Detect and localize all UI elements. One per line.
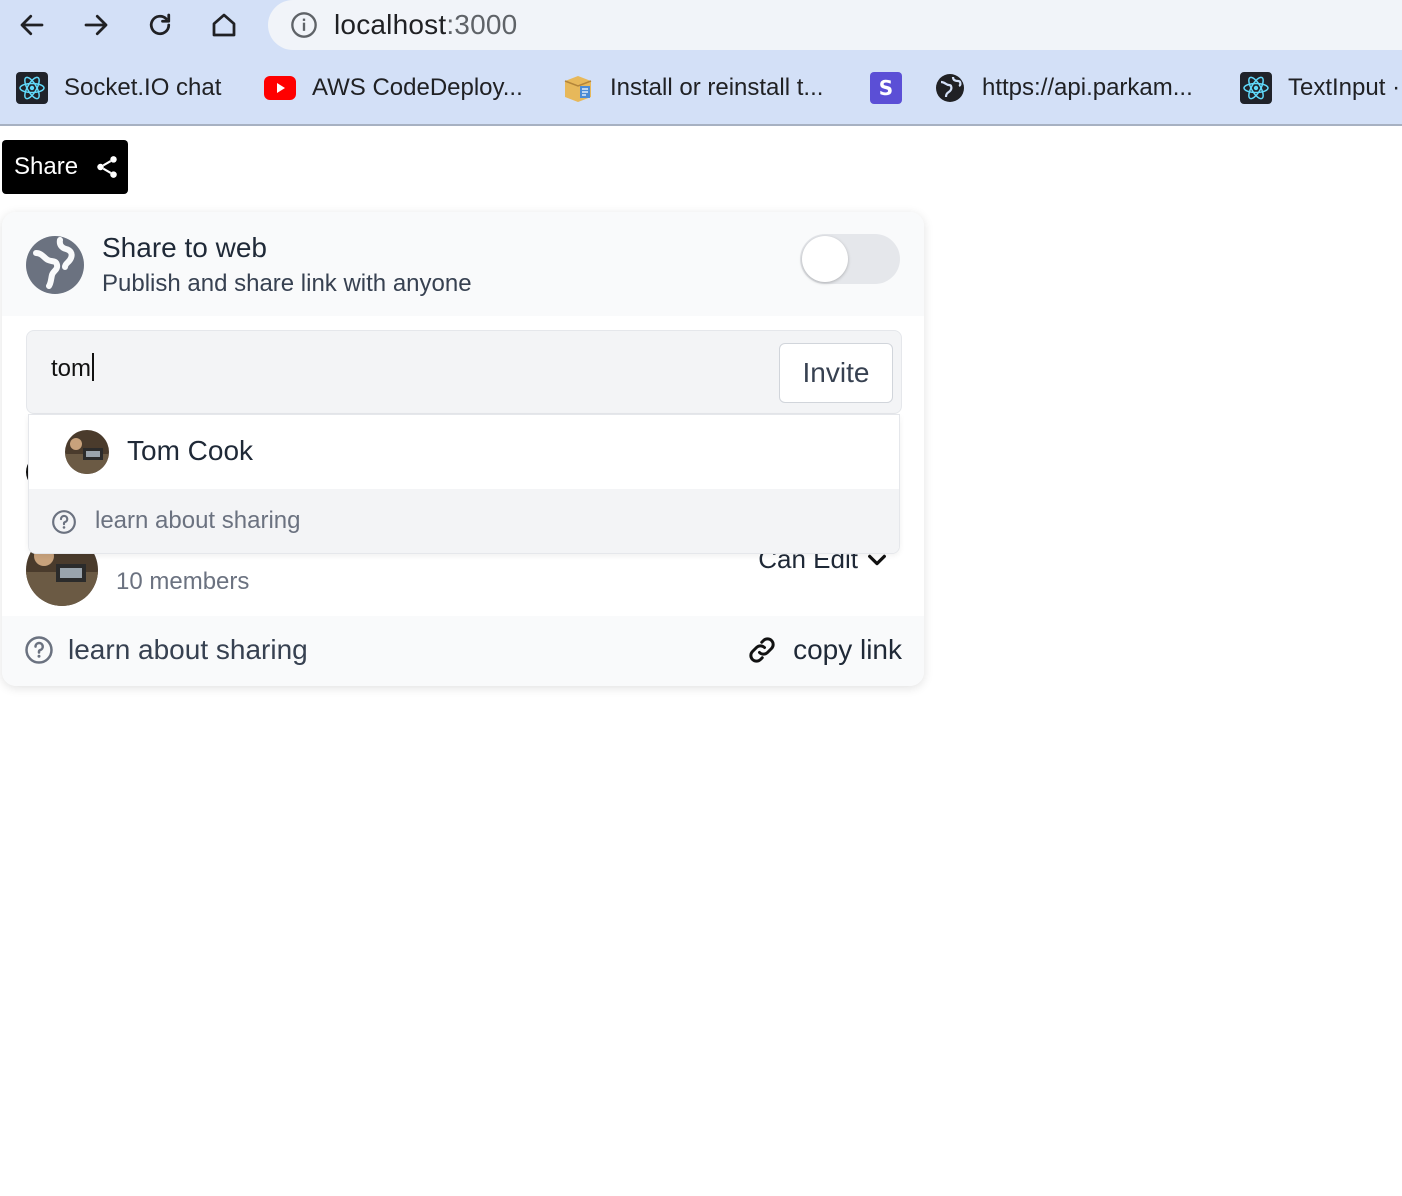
- reload-button[interactable]: [140, 6, 180, 44]
- bookmark-install[interactable]: Install or reinstall t...: [562, 70, 823, 106]
- globe-icon: [934, 72, 966, 104]
- learn-about-sharing-label: learn about sharing: [68, 634, 308, 665]
- browser-toolbar: localhost:3000: [0, 0, 1402, 50]
- bookmark-socketio[interactable]: Socket.IO chat: [16, 70, 221, 106]
- address-bar[interactable]: localhost:3000: [268, 0, 1402, 50]
- package-icon: [562, 72, 594, 104]
- invite-input[interactable]: tom: [51, 353, 95, 383]
- reload-icon: [149, 13, 171, 36]
- forward-button[interactable]: [76, 6, 116, 44]
- home-icon: [212, 13, 236, 37]
- dropdown-learn-label: learn about sharing: [95, 507, 301, 534]
- question-circle-icon: [24, 635, 54, 665]
- back-arrow-icon: [20, 14, 44, 36]
- link-icon: [747, 635, 777, 665]
- home-button[interactable]: [204, 6, 244, 44]
- bookmark-label: TextInput ·: [1288, 74, 1401, 101]
- share-panel: Share to web Publish and share link with…: [2, 212, 924, 686]
- toggle-knob: [802, 236, 848, 282]
- react-atom-icon: [1240, 72, 1272, 104]
- url-text: localhost:3000: [334, 9, 518, 40]
- s-app-icon: S: [870, 72, 902, 104]
- share-button-label: Share: [14, 153, 79, 180]
- svg-text:S: S: [879, 76, 893, 100]
- share-to-web-title: Share to web: [102, 232, 267, 263]
- share-panel-footer: learn about sharing copy link: [2, 616, 924, 686]
- text-caret: [92, 353, 95, 381]
- copy-link-label: copy link: [793, 634, 902, 665]
- site-info-icon[interactable]: [290, 11, 318, 39]
- back-button[interactable]: [12, 6, 52, 44]
- invite-button[interactable]: Invite: [779, 343, 893, 403]
- share-icon: [94, 154, 120, 180]
- bookmarks-bar: Socket.IO chat AWS CodeDeploy... Install…: [0, 50, 1402, 126]
- share-to-web-toggle[interactable]: [800, 234, 900, 284]
- member-count: 10 members: [116, 568, 250, 595]
- question-circle-icon: [51, 509, 77, 535]
- avatar: [65, 430, 109, 474]
- suggestion-item[interactable]: Tom Cook: [29, 415, 899, 490]
- bookmark-label: https://api.parkam...: [982, 74, 1193, 101]
- dropdown-footer[interactable]: learn about sharing: [29, 489, 899, 553]
- bookmark-label: Socket.IO chat: [64, 74, 222, 101]
- share-to-web-subtitle: Publish and share link with anyone: [102, 270, 472, 297]
- bookmark-textinput[interactable]: TextInput ·: [1240, 70, 1400, 106]
- react-atom-icon: [16, 72, 48, 104]
- copy-link-button[interactable]: copy link: [747, 634, 902, 666]
- bookmark-s-app[interactable]: S: [870, 70, 918, 106]
- bookmark-label: Install or reinstall t...: [610, 74, 824, 101]
- invite-suggestions-dropdown: Tom Cook learn about sharing: [28, 414, 900, 554]
- youtube-icon: [264, 72, 296, 104]
- bookmark-parkam[interactable]: https://api.parkam...: [934, 70, 1193, 106]
- forward-arrow-icon: [84, 14, 108, 36]
- suggestion-name: Tom Cook: [127, 435, 254, 466]
- bookmark-aws[interactable]: AWS CodeDeploy...: [264, 70, 523, 106]
- globe-icon: [26, 236, 84, 294]
- learn-about-sharing-link[interactable]: learn about sharing: [24, 634, 308, 666]
- bookmark-label: AWS CodeDeploy...: [312, 74, 523, 101]
- share-button[interactable]: Share: [2, 140, 128, 194]
- share-to-web-section: Share to web Publish and share link with…: [2, 212, 924, 316]
- invite-field-container: tom Invite: [26, 330, 902, 414]
